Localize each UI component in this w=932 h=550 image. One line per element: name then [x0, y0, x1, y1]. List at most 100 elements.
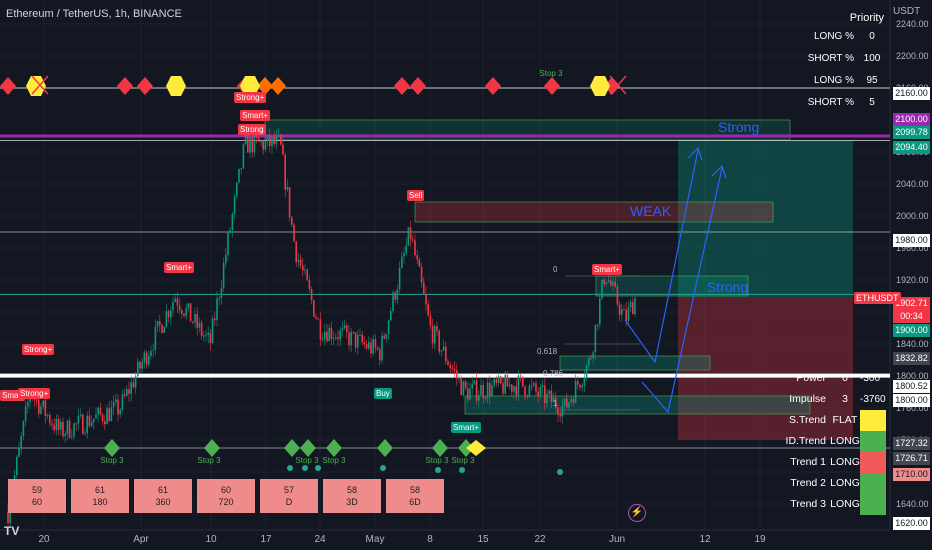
trend-row: Trend 1 LONG	[782, 452, 886, 473]
demand-zone	[464, 395, 811, 415]
candle-body	[447, 361, 449, 366]
candle-body	[16, 456, 18, 476]
time-tick-label: Jun	[609, 534, 625, 545]
trend-table: Power 0 -300 Impulse 3 -3760 S.Trend FLAT ID.Tre…	[782, 368, 886, 515]
sell-signal-label: Strong+	[22, 344, 55, 355]
fib-label: 0	[553, 265, 558, 274]
candle-body	[634, 298, 636, 315]
candle-body	[71, 436, 73, 438]
candle-body	[456, 370, 458, 378]
candle-body	[260, 141, 262, 143]
candle-body	[262, 141, 264, 150]
candle-body	[299, 259, 302, 266]
candle-body	[337, 337, 339, 340]
candle-body	[625, 309, 627, 321]
sell-signal-label: Smart+	[592, 264, 623, 275]
time-tick-label: 19	[754, 534, 766, 545]
time-tick-label: 10	[205, 534, 217, 545]
candle-body	[357, 334, 359, 348]
candle-body	[302, 265, 304, 271]
price-tick-label: 1840.00	[896, 339, 929, 349]
candle-body	[249, 137, 251, 153]
mtf-value: 58	[346, 485, 357, 495]
trend-row: Impulse 3 -3760	[782, 389, 886, 410]
fib-label: 1	[553, 399, 558, 408]
signal-dot	[435, 467, 441, 473]
candle-body	[88, 415, 91, 427]
candle-body	[522, 376, 524, 387]
candle-body	[445, 346, 447, 362]
candle-body	[383, 335, 385, 339]
price-pill: 1832.82	[893, 352, 930, 365]
candle-body	[161, 324, 163, 333]
trend-row: ID.Trend LONG	[782, 431, 886, 452]
candle-body	[603, 279, 605, 285]
candle-body	[392, 292, 394, 311]
time-tick-label: Apr	[133, 534, 149, 545]
trend-row: Power 0 -300	[782, 368, 886, 389]
mtf-cell: 59 60	[8, 479, 66, 513]
candle-body	[73, 423, 75, 437]
candle-body	[220, 287, 223, 298]
candle-body	[579, 384, 581, 388]
candle-body	[482, 385, 484, 398]
candle-body	[478, 394, 480, 401]
candle-body	[297, 259, 300, 263]
candle-body	[438, 330, 440, 352]
candle-body	[172, 301, 174, 311]
candle-body	[434, 326, 436, 344]
candle-body	[574, 380, 577, 403]
candle-body	[346, 325, 348, 333]
candle-body	[269, 134, 271, 147]
candle-body	[484, 397, 487, 399]
candle-body	[167, 311, 170, 318]
candle-body	[148, 356, 150, 365]
candle-body	[332, 337, 335, 339]
candle-body	[469, 388, 471, 400]
candle-body	[528, 385, 531, 397]
candle-body	[416, 255, 418, 260]
supply-zone	[414, 201, 774, 223]
candle-body	[170, 310, 172, 318]
candle-body	[544, 385, 546, 404]
candle-body	[319, 319, 322, 340]
candle-body	[273, 137, 275, 144]
candle-body	[68, 420, 71, 438]
candle-body	[176, 298, 179, 306]
candle-body	[93, 418, 95, 423]
buy-signal-label: Smart+	[451, 422, 482, 433]
candle-body	[27, 402, 29, 407]
priority-label: SHORT %	[807, 53, 854, 64]
candle-body	[82, 414, 84, 434]
candle-body	[612, 281, 614, 286]
trend-value: 0	[842, 372, 848, 384]
lightning-icon[interactable]: ⚡	[628, 504, 646, 522]
candle-body	[200, 322, 203, 336]
candle-body	[152, 349, 154, 351]
candle-body	[132, 382, 135, 388]
demand-zone	[559, 355, 711, 371]
candle-body	[308, 280, 311, 290]
candle-body	[581, 385, 583, 388]
candle-body	[181, 310, 183, 314]
stop-label: Stop 3	[451, 456, 475, 465]
candle-body	[420, 267, 423, 283]
candle-body	[240, 168, 242, 170]
candle-body	[216, 298, 218, 321]
priority-row: SHORT % 5	[806, 92, 884, 114]
candle-body	[253, 133, 256, 153]
fib-label: 0.786	[543, 369, 564, 378]
candle-body	[154, 326, 157, 350]
candle-body	[350, 331, 352, 346]
candle-body	[570, 399, 572, 403]
candle-body	[387, 320, 390, 335]
candle-body	[368, 342, 370, 349]
mtf-timeframe: 3D	[346, 497, 358, 507]
trend-color	[860, 473, 886, 494]
candle-body	[491, 385, 493, 397]
candle-body	[295, 241, 297, 263]
priority-label: LONG %	[813, 31, 854, 42]
candle-body	[379, 349, 381, 361]
trend-color	[860, 494, 886, 515]
candle-body	[471, 383, 473, 389]
